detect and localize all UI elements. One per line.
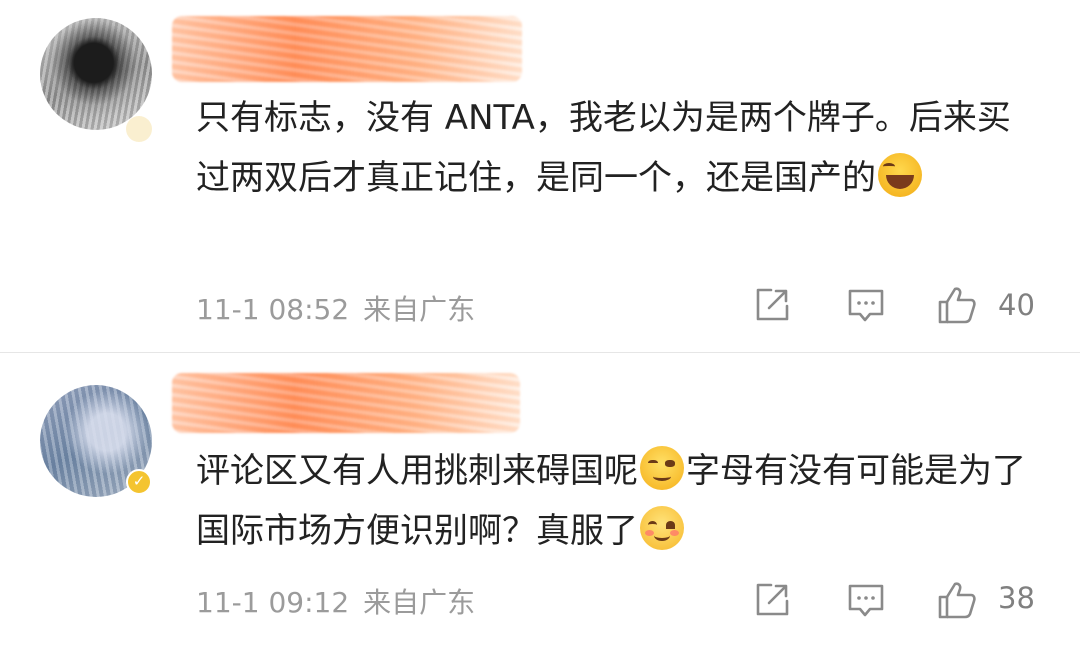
comment-text: 评论区又有人用挑刺来碍国呢 字母有没有可能是为了国际市场方便识别啊？真服了 [196,441,1026,561]
laughing-tears-emoji-icon [878,153,922,197]
badge-icon [126,116,152,142]
comment-item: ✓ 评论区又有人用挑刺来碍国呢 字母有没有可能是为了国际市场方便识别啊？真服了 1… [0,352,1080,645]
comment-icon [848,289,884,322]
comment-time: 11-1 09:12 [196,586,350,619]
like-count: 38 [998,581,1035,615]
comment-list: 只有标志，没有 ANTA，我老以为是两个牌子。后来买过两双后才真正记住，是同一个… [0,0,1080,645]
like-button[interactable] [936,579,978,621]
share-icon [756,288,789,321]
verified-badge-icon: ✓ [126,469,152,495]
thumbs-up-icon [938,582,976,619]
comment-meta: 11-1 08:52 来自广东 [196,288,475,328]
share-button[interactable] [751,579,793,621]
smirk-emoji-icon [640,446,684,490]
comment-time: 11-1 08:52 [196,293,350,326]
share-button[interactable] [751,284,793,326]
like-button[interactable] [936,284,978,326]
username-redacted [172,373,520,433]
reply-button[interactable] [845,579,887,621]
like-count: 40 [998,288,1035,322]
avatar[interactable]: ✓ [32,377,160,505]
avatar-image[interactable] [40,18,152,130]
username-redacted [172,16,522,82]
comment-location: 来自广东 [363,586,476,619]
comment-text: 只有标志，没有 ANTA，我老以为是两个牌子。后来买过两双后才真正记住，是同一个… [196,88,1026,208]
comment-icon [848,584,884,617]
comment-meta: 11-1 09:12 来自广东 [196,581,475,621]
thumbs-up-icon [938,287,976,324]
comment-text-body: 评论区又有人用挑刺来碍国呢 [196,451,638,491]
share-icon [756,583,789,616]
comment-location: 来自广东 [363,293,476,326]
avatar[interactable] [32,10,160,142]
smile-emoji-icon [640,506,684,550]
reply-button[interactable] [845,284,887,326]
comment-item: 只有标志，没有 ANTA，我老以为是两个牌子。后来买过两双后才真正记住，是同一个… [0,0,1080,352]
